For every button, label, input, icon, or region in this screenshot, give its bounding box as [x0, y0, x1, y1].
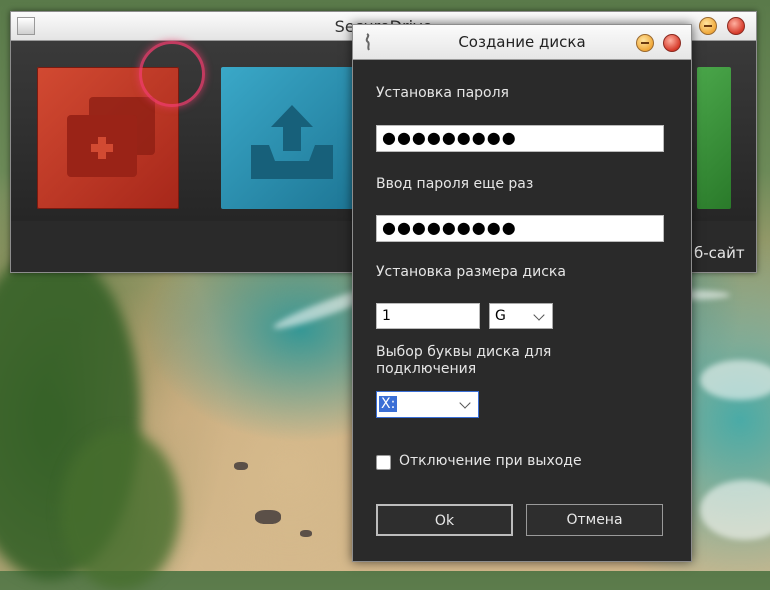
create-disk-dialog: Создание диска Установка пароля ●●●●●●●●…: [352, 24, 692, 562]
unmount-on-exit-checkbox[interactable]: [376, 455, 391, 470]
size-unit-value: G: [495, 308, 506, 324]
password-label: Установка пароля: [376, 85, 509, 101]
drive-letter-label: Выбор буквы диска для подключения: [376, 344, 551, 378]
upload-icon: [251, 105, 333, 179]
chevron-down-icon: [459, 397, 471, 409]
password-repeat-field[interactable]: ●●●●●●●●●: [376, 215, 664, 242]
close-button[interactable]: [727, 17, 745, 35]
password-repeat-label: Ввод пароля еще раз: [376, 176, 534, 192]
website-link[interactable]: б-сайт: [694, 244, 745, 262]
dialog-close-button[interactable]: [663, 34, 681, 52]
upload-tile[interactable]: [221, 67, 363, 209]
password-field[interactable]: ●●●●●●●●●: [376, 125, 664, 152]
drive-letter-select[interactable]: X:: [376, 391, 479, 418]
minimize-button[interactable]: [699, 17, 717, 35]
size-unit-select[interactable]: G: [489, 303, 553, 329]
drive-letter-label-line1: Выбор буквы диска для: [376, 344, 552, 360]
unmount-on-exit-label[interactable]: Отключение при выходе: [399, 453, 582, 469]
ok-button[interactable]: Ok: [376, 504, 513, 536]
dialog-minimize-button[interactable]: [636, 34, 654, 52]
chevron-down-icon: [533, 309, 545, 321]
highlight-ring: [139, 41, 205, 107]
next-tile[interactable]: [697, 67, 731, 209]
disk-size-label: Установка размера диска: [376, 264, 566, 280]
cancel-button[interactable]: Отмена: [526, 504, 663, 536]
disk-size-input[interactable]: 1: [376, 303, 480, 329]
dialog-titlebar: Создание диска: [353, 25, 691, 60]
drive-letter-value: X:: [379, 396, 398, 412]
drive-letter-label-line2: подключения: [376, 361, 477, 377]
